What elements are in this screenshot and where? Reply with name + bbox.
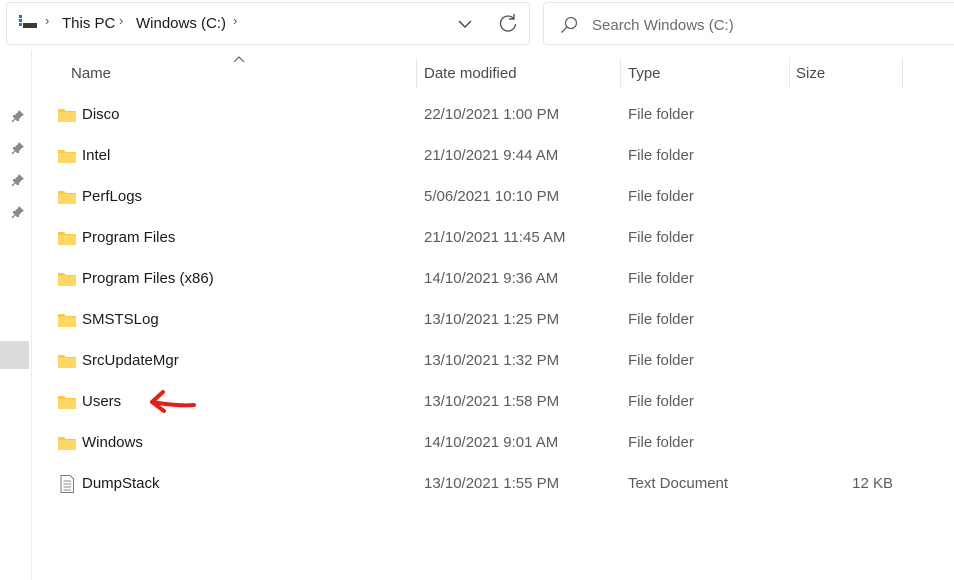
pin-icon[interactable]: [11, 205, 25, 219]
file-row[interactable]: SMSTSLog 13/10/2021 1:25 PM File folder: [48, 300, 908, 341]
file-date-modified: 22/10/2021 1:00 PM: [424, 106, 560, 123]
chevron-right-icon[interactable]: ›: [45, 13, 49, 28]
file-row[interactable]: Intel 21/10/2021 9:44 AM File folder: [48, 136, 908, 177]
column-divider[interactable]: [902, 58, 903, 88]
file-date-modified: 21/10/2021 9:44 AM: [424, 147, 559, 164]
folder-icon: [58, 109, 76, 122]
column-header-size-label: Size: [796, 65, 826, 82]
chevron-right-icon[interactable]: ›: [119, 13, 123, 28]
file-date-modified: 21/10/2021 11:45 AM: [424, 229, 566, 246]
column-header-type[interactable]: Type: [622, 57, 787, 91]
file-name: Disco: [82, 106, 120, 123]
file-type: File folder: [628, 270, 694, 287]
folder-icon: [58, 273, 76, 286]
file-type: File folder: [628, 147, 694, 164]
column-header-type-label: Type: [628, 65, 661, 82]
file-name: PerfLogs: [82, 188, 143, 205]
annotation-arrow: [150, 390, 196, 413]
pin-icon[interactable]: [11, 109, 25, 123]
pin-icon[interactable]: [11, 173, 25, 187]
file-type: Text Document: [628, 475, 729, 492]
file-row[interactable]: Program Files (x86) 14/10/2021 9:36 AM Fil…: [48, 259, 908, 300]
column-divider[interactable]: [620, 58, 621, 88]
column-header-name-label: Name: [71, 65, 112, 82]
search-icon: [561, 16, 578, 33]
file-date-modified: 5/06/2021 10:10 PM: [424, 188, 560, 205]
file-date-modified: 13/10/2021 1:58 PM: [424, 393, 560, 410]
file-size: 12 KB: [852, 475, 893, 492]
file-date-modified: 14/10/2021 9:01 AM: [424, 434, 559, 451]
navigation-pane: [0, 50, 32, 580]
column-header-date-label: Date modified: [424, 65, 517, 82]
file-type: File folder: [628, 434, 694, 451]
file-name: Program Files (x86): [82, 270, 214, 287]
breadcrumb-windows-c[interactable]: Windows (C:): [136, 15, 226, 32]
this-pc-icon[interactable]: [19, 15, 37, 29]
folder-icon: [58, 355, 76, 368]
pin-icon[interactable]: [11, 141, 25, 155]
file-type: File folder: [628, 229, 694, 246]
file-name: Users: [82, 393, 122, 410]
nav-selected-item[interactable]: [0, 341, 29, 369]
file-name: Intel: [82, 147, 111, 164]
file-type: File folder: [628, 106, 694, 123]
file-type: File folder: [628, 311, 694, 328]
breadcrumb-this-pc[interactable]: This PC: [62, 15, 115, 32]
column-divider[interactable]: [789, 58, 790, 88]
folder-icon: [58, 396, 76, 409]
file-row[interactable]: PerfLogs 5/06/2021 10:10 PM File folder: [48, 177, 908, 218]
file-name: Program Files: [82, 229, 176, 246]
file-row[interactable]: SrcUpdateMgr 13/10/2021 1:32 PM File folde…: [48, 341, 908, 382]
column-header-date[interactable]: Date modified: [418, 57, 618, 91]
file-type: File folder: [628, 188, 694, 205]
file-date-modified: 13/10/2021 1:25 PM: [424, 311, 560, 328]
search-input[interactable]: [592, 13, 922, 37]
file-row[interactable]: Disco 22/10/2021 1:00 PM File folder: [48, 95, 908, 136]
file-date-modified: 13/10/2021 1:55 PM: [424, 475, 560, 492]
column-header-name[interactable]: Name: [70, 57, 410, 91]
file-date-modified: 13/10/2021 1:32 PM: [424, 352, 560, 369]
file-type: File folder: [628, 352, 694, 369]
file-date-modified: 14/10/2021 9:36 AM: [424, 270, 559, 287]
file-row[interactable]: Program Files 21/10/2021 11:45 AM File fol…: [48, 218, 908, 259]
refresh-icon[interactable]: [495, 11, 521, 37]
chevron-right-icon[interactable]: ›: [233, 13, 237, 28]
file-row[interactable]: Windows 14/10/2021 9:01 AM File folder: [48, 423, 908, 464]
file-name: SrcUpdateMgr: [82, 352, 179, 369]
search-box[interactable]: [543, 2, 954, 45]
file-name: SMSTSLog: [82, 311, 159, 328]
folder-icon: [58, 232, 76, 245]
file-name: Windows: [82, 434, 143, 451]
folder-icon: [58, 191, 76, 204]
file-type: File folder: [628, 393, 694, 410]
file-name: DumpStack: [82, 475, 160, 492]
file-row[interactable]: DumpStack 13/10/2021 1:55 PM Text Document…: [48, 464, 908, 505]
chevron-down-icon[interactable]: [453, 11, 477, 37]
folder-icon: [58, 150, 76, 163]
text-document-icon: [60, 475, 74, 493]
folder-icon: [58, 437, 76, 450]
column-divider[interactable]: [416, 58, 417, 88]
folder-icon: [58, 314, 76, 327]
column-header-size[interactable]: Size: [791, 57, 901, 91]
top-bar: › This PC › Windows (C:) ›: [0, 0, 954, 50]
address-bar[interactable]: › This PC › Windows (C:) ›: [6, 2, 530, 45]
